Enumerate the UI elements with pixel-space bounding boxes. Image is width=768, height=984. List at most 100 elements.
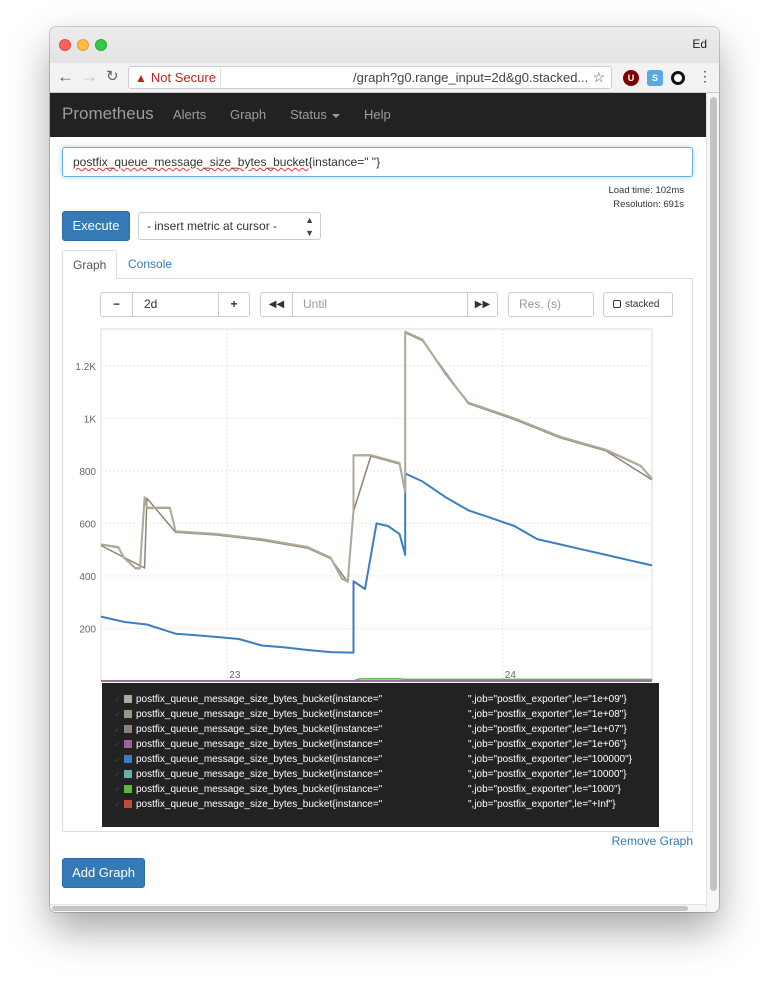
range-input[interactable]: 2d — [132, 292, 219, 317]
stacked-label: stacked — [625, 299, 660, 310]
legend-labels: ",job="postfix_exporter",le="100000"} — [468, 754, 632, 765]
tab-graph[interactable]: Graph — [62, 250, 118, 279]
brand-link[interactable]: Prometheus — [62, 104, 154, 124]
extension-s-icon[interactable]: S — [647, 70, 663, 86]
add-graph-button[interactable]: Add Graph — [62, 858, 145, 888]
y-tick-label: 600 — [79, 519, 96, 530]
load-time: Load time: 102ms — [608, 185, 684, 196]
nav-status-label: Status — [290, 107, 327, 122]
y-tick-label: 400 — [79, 572, 96, 583]
legend-swatch — [124, 695, 132, 703]
nav-help[interactable]: Help — [364, 107, 391, 122]
legend-check-icon: ✓ — [114, 785, 121, 794]
legend-item[interactable]: ✓ postfix_queue_message_size_bytes_bucket… — [114, 709, 659, 724]
x-tick-label: 23 — [229, 670, 241, 681]
time-forward-button[interactable]: ▶▶ — [467, 292, 498, 317]
range-decrease-button[interactable]: − — [100, 292, 133, 317]
time-back-button[interactable]: ◀◀ — [260, 292, 293, 317]
legend-metric: postfix_queue_message_size_bytes_bucket{… — [136, 709, 383, 720]
remove-graph-link[interactable]: Remove Graph — [612, 834, 693, 848]
bookmark-star-icon[interactable]: ☆ — [592, 67, 605, 88]
query-stats: Load time: 102ms Resolution: 691s — [608, 184, 684, 212]
insert-metric-select[interactable]: - insert metric at cursor - ▲ ▼ — [138, 212, 321, 240]
graph-chart[interactable]: 200 400 600 800 1K 1.2K 23 24 — [70, 328, 660, 682]
legend-item[interactable]: ✓ postfix_queue_message_size_bytes_bucket… — [114, 799, 659, 814]
vertical-scrollbar-thumb[interactable] — [710, 97, 717, 891]
legend-metric: postfix_queue_message_size_bytes_bucket{… — [136, 694, 383, 705]
legend-labels: ",job="postfix_exporter",le="1e+09"} — [468, 694, 627, 705]
legend-item[interactable]: ✓ postfix_queue_message_size_bytes_bucket… — [114, 769, 659, 784]
legend-item[interactable]: ✓ postfix_queue_message_size_bytes_bucket… — [114, 694, 659, 709]
security-label: Not Secure — [150, 70, 216, 85]
legend-metric: postfix_queue_message_size_bytes_bucket{… — [136, 754, 383, 765]
stacked-toggle-button[interactable]: stacked — [603, 292, 673, 317]
y-tick-label: 1K — [84, 414, 97, 425]
page-content: Prometheus Alerts Graph Status Help post… — [50, 93, 706, 904]
resolution-input[interactable]: Res. (s) — [508, 292, 594, 317]
legend-swatch — [124, 740, 132, 748]
vertical-scrollbar[interactable] — [706, 93, 719, 912]
warning-triangle-icon: ▲ — [135, 71, 147, 85]
horizontal-scrollbar[interactable] — [50, 904, 706, 912]
graph-legend: ✓ postfix_queue_message_size_bytes_bucket… — [102, 683, 659, 827]
expression-labels: {instance=" "} — [308, 155, 381, 169]
forward-arrow-icon[interactable]: → — [81, 67, 98, 87]
resolution: Resolution: 691s — [613, 199, 684, 210]
maximize-window-button[interactable] — [95, 39, 107, 51]
legend-check-icon: ✓ — [114, 800, 121, 809]
legend-swatch — [124, 770, 132, 778]
legend-check-icon: ✓ — [114, 755, 121, 764]
legend-item[interactable]: ✓ postfix_queue_message_size_bytes_bucket… — [114, 784, 659, 799]
legend-swatch — [124, 725, 132, 733]
until-input[interactable]: Until — [292, 292, 468, 317]
legend-check-icon: ✓ — [114, 770, 121, 779]
tab-console[interactable]: Console — [118, 250, 182, 279]
checkbox-icon — [613, 300, 621, 308]
legend-check-icon: ✓ — [114, 710, 121, 719]
browser-menu-icon[interactable]: ⋮ — [698, 68, 712, 85]
horizontal-scrollbar-thumb[interactable] — [52, 906, 688, 911]
top-navbar: Prometheus Alerts Graph Status Help — [50, 93, 706, 137]
expression-input[interactable]: postfix_queue_message_size_bytes_bucket{… — [62, 147, 693, 177]
legend-labels: ",job="postfix_exporter",le="1000"} — [468, 784, 621, 795]
legend-metric: postfix_queue_message_size_bytes_bucket{… — [136, 784, 383, 795]
range-increase-button[interactable]: + — [218, 292, 250, 317]
security-indicator[interactable]: ▲ Not Secure — [135, 67, 216, 89]
browser-window: Ed ← → ↻ ▲ Not Secure /graph?g0.range_inp… — [50, 27, 719, 912]
execute-button[interactable]: Execute — [62, 211, 130, 241]
extension-ring-icon[interactable] — [671, 71, 685, 85]
legend-labels: ",job="postfix_exporter",le="+Inf"} — [468, 799, 616, 810]
caret-down-icon — [331, 113, 340, 118]
legend-metric: postfix_queue_message_size_bytes_bucket{… — [136, 799, 383, 810]
chart-svg[interactable]: 2004006008001K1.2K23 24 — [70, 328, 660, 682]
legend-labels: ",job="postfix_exporter",le="1e+06"} — [468, 739, 627, 750]
nav-graph[interactable]: Graph — [230, 107, 266, 122]
legend-swatch — [124, 800, 132, 808]
minimize-window-button[interactable] — [77, 39, 89, 51]
title-bar: Ed — [50, 27, 719, 63]
close-window-button[interactable] — [59, 39, 71, 51]
legend-swatch — [124, 785, 132, 793]
legend-item[interactable]: ✓ postfix_queue_message_size_bytes_bucket… — [114, 754, 659, 769]
address-bar[interactable]: ▲ Not Secure /graph?g0.range_input=2d&g0.… — [128, 66, 612, 89]
legend-labels: ",job="postfix_exporter",le="1e+08"} — [468, 709, 627, 720]
y-tick-label: 200 — [79, 624, 96, 635]
legend-metric: postfix_queue_message_size_bytes_bucket{… — [136, 724, 383, 735]
legend-check-icon: ✓ — [114, 725, 121, 734]
y-tick-label: 1.2K — [75, 362, 96, 373]
expression-metric: postfix_queue_message_size_bytes_bucket — [73, 155, 309, 169]
back-arrow-icon[interactable]: ← — [57, 67, 74, 87]
nav-status-dropdown[interactable]: Status — [290, 107, 340, 122]
legend-check-icon: ✓ — [114, 695, 121, 704]
legend-metric: postfix_queue_message_size_bytes_bucket{… — [136, 739, 383, 750]
legend-labels: ",job="postfix_exporter",le="10000"} — [468, 769, 627, 780]
profile-name[interactable]: Ed — [692, 37, 707, 51]
select-arrows-icon: ▲ ▼ — [305, 215, 314, 238]
legend-item[interactable]: ✓ postfix_queue_message_size_bytes_bucket… — [114, 739, 659, 754]
legend-swatch — [124, 755, 132, 763]
ublock-extension-icon[interactable]: U — [623, 70, 639, 86]
reload-icon[interactable]: ↻ — [106, 67, 119, 87]
legend-item[interactable]: ✓ postfix_queue_message_size_bytes_bucket… — [114, 724, 659, 739]
legend-swatch — [124, 710, 132, 718]
nav-alerts[interactable]: Alerts — [173, 107, 206, 122]
